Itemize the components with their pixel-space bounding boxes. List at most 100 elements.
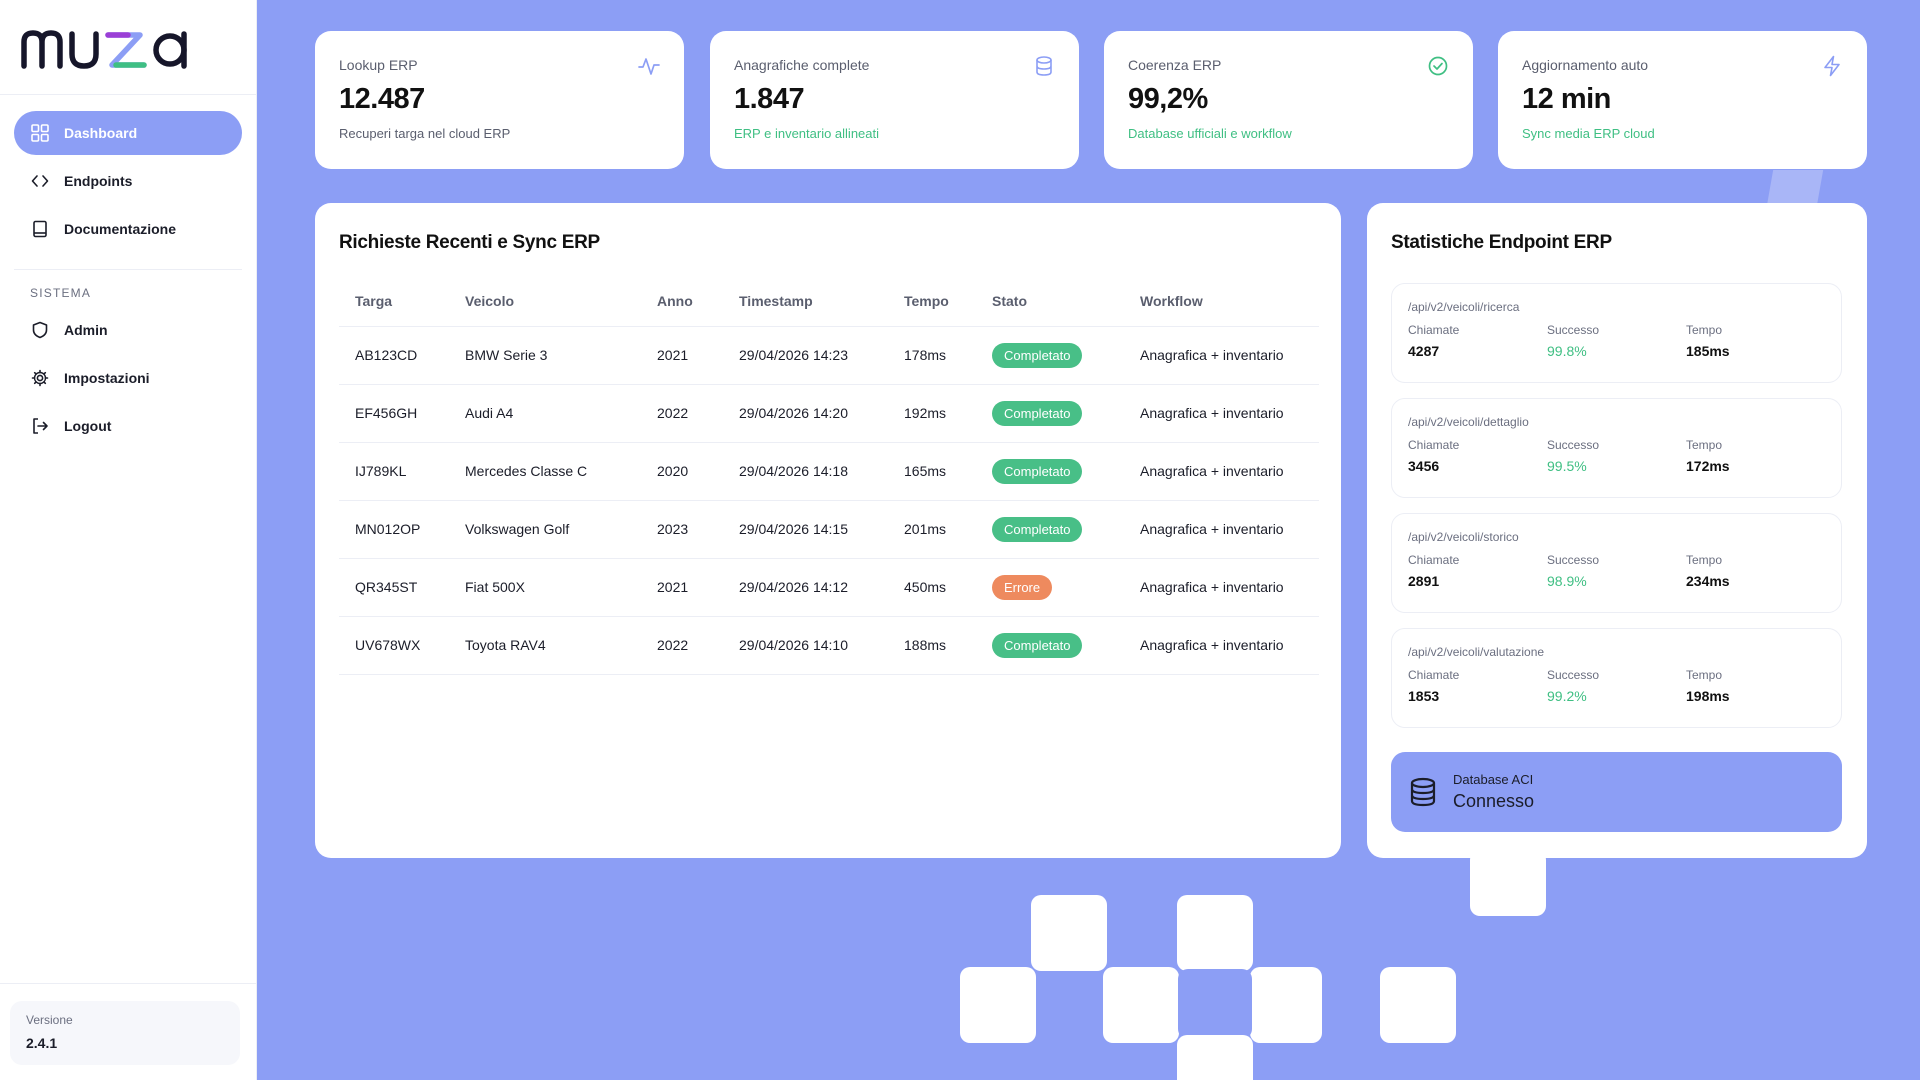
- sidebar-item-documentazione[interactable]: Documentazione: [14, 207, 242, 251]
- cell-stato: Completato: [976, 384, 1124, 443]
- decorative-block: [1470, 850, 1546, 916]
- version-label: Versione: [26, 1013, 73, 1027]
- metric-label: Tempo: [1686, 438, 1723, 452]
- status-badge: Errore: [992, 574, 1053, 600]
- cell-veicolo: Audi A4: [449, 384, 641, 443]
- metric-label: Chiamate: [1408, 668, 1460, 682]
- section-label-sistema: SISTEMA: [30, 286, 92, 300]
- metric-label: Chiamate: [1408, 553, 1460, 567]
- endpoint-card[interactable]: /api/v2/veicoli/dettaglio Chiamate 3456 S…: [1391, 398, 1842, 498]
- metric-label: Chiamate: [1408, 438, 1460, 452]
- table-row[interactable]: UV678WX Toyota RAV4 2022 29/04/2026 14:1…: [339, 616, 1319, 675]
- stat-title: Coerenza ERP: [1128, 57, 1222, 73]
- status-badge: Completato: [992, 516, 1083, 542]
- requests-table: Targa Veicolo Anno Timestamp Tempo Stato…: [339, 276, 1319, 675]
- cell-anno: 2021: [641, 326, 723, 385]
- column-header[interactable]: Anno: [641, 276, 723, 327]
- sidebar-item-label: Endpoints: [64, 173, 133, 189]
- cell-workflow: Anagrafica + inventario: [1124, 442, 1319, 501]
- cell-anno: 2022: [641, 384, 723, 443]
- column-header[interactable]: Veicolo: [449, 276, 641, 327]
- column-header[interactable]: Tempo: [888, 276, 976, 327]
- cell-targa: EF456GH: [339, 384, 449, 443]
- cell-veicolo: BMW Serie 3: [449, 326, 641, 385]
- logo[interactable]: muza: [0, 0, 256, 95]
- cell-anno: 2023: [641, 500, 723, 559]
- stat-value: 1.847: [734, 83, 805, 115]
- muza-logo-icon: [21, 30, 187, 69]
- decorative-block: [1380, 967, 1456, 1043]
- metric-calls: 2891: [1408, 573, 1440, 589]
- table-row[interactable]: AB123CD BMW Serie 3 2021 29/04/2026 14:2…: [339, 326, 1319, 385]
- metric-label: Tempo: [1686, 553, 1723, 567]
- sidebar: muza Dashboard Endpoints Documentazione …: [0, 0, 257, 1080]
- sidebar-item-admin[interactable]: Admin: [14, 308, 242, 352]
- column-header[interactable]: Workflow: [1124, 276, 1319, 327]
- status-badge: Completato: [992, 342, 1083, 368]
- metric-success: 99.5%: [1547, 458, 1587, 474]
- table-row[interactable]: EF456GH Audi A4 2022 29/04/2026 14:20 19…: [339, 384, 1319, 443]
- cell-anno: 2022: [641, 616, 723, 675]
- cell-workflow: Anagrafica + inventario: [1124, 326, 1319, 385]
- sidebar-item-dashboard[interactable]: Dashboard: [14, 111, 242, 155]
- decorative-block: [1177, 1035, 1253, 1080]
- status-badge: Completato: [992, 458, 1083, 484]
- panel-title: Statistiche Endpoint ERP: [1391, 232, 1612, 253]
- cell-timestamp: 29/04/2026 14:20: [723, 384, 888, 443]
- cell-anno: 2021: [641, 558, 723, 617]
- endpoint-card[interactable]: /api/v2/veicoli/ricerca Chiamate 4287 Suc…: [1391, 283, 1842, 383]
- table-row[interactable]: MN012OP Volkswagen Golf 2023 29/04/2026 …: [339, 500, 1319, 559]
- sidebar-item-impostazioni[interactable]: Impostazioni: [14, 356, 242, 400]
- metric-label: Successo: [1547, 668, 1600, 682]
- version-value: 2.4.1: [26, 1035, 58, 1051]
- system-nav: Admin Impostazioni Logout: [0, 308, 256, 448]
- stat-value: 99,2%: [1128, 83, 1208, 115]
- cell-stato: Errore: [976, 558, 1124, 617]
- table-row[interactable]: QR345ST Fiat 500X 2021 29/04/2026 14:12 …: [339, 558, 1319, 617]
- column-header[interactable]: Targa: [339, 276, 449, 327]
- logout-icon: [30, 416, 50, 436]
- endpoint-path: /api/v2/veicoli/dettaglio: [1408, 415, 1529, 429]
- endpoint-card[interactable]: /api/v2/veicoli/storico Chiamate 2891 Suc…: [1391, 513, 1842, 613]
- endpoint-metrics: Chiamate 4287 Successo 99.8% Tempo 185ms: [1408, 323, 1825, 359]
- cell-targa: IJ789KL: [339, 442, 449, 501]
- metric-calls: 1853: [1408, 688, 1440, 704]
- stat-subtitle: Recuperi targa nel cloud ERP: [339, 126, 511, 141]
- stat-value: 12.487: [339, 83, 425, 115]
- column-header[interactable]: Stato: [976, 276, 1124, 327]
- decorative-block: [1177, 895, 1253, 971]
- decorative-block: [960, 967, 1036, 1043]
- table-row[interactable]: IJ789KL Mercedes Classe C 2020 29/04/202…: [339, 442, 1319, 501]
- metric-time: 234ms: [1686, 573, 1730, 589]
- cell-targa: UV678WX: [339, 616, 449, 675]
- database-status-text: Database ACI Connesso: [1453, 772, 1534, 812]
- endpoint-metrics: Chiamate 3456 Successo 99.5% Tempo 172ms: [1408, 438, 1825, 474]
- endpoint-card[interactable]: /api/v2/veicoli/valutazione Chiamate 1853…: [1391, 628, 1842, 728]
- column-header[interactable]: Timestamp: [723, 276, 888, 327]
- metric-label: Successo: [1547, 323, 1600, 337]
- requests-panel: Richieste Recenti e Sync ERP Targa Veico…: [315, 203, 1341, 858]
- stat-card-coerenza: Coerenza ERP 99,2% Database ufficiali e …: [1104, 31, 1473, 169]
- cell-tempo: 188ms: [888, 616, 976, 675]
- divider: [14, 269, 242, 270]
- panel-title: Richieste Recenti e Sync ERP: [339, 232, 600, 253]
- stat-title: Anagrafiche complete: [734, 57, 870, 73]
- cell-tempo: 450ms: [888, 558, 976, 617]
- sidebar-item-endpoints[interactable]: Endpoints: [14, 159, 242, 203]
- metric-success: 99.2%: [1547, 688, 1587, 704]
- cell-timestamp: 29/04/2026 14:15: [723, 500, 888, 559]
- sidebar-item-label: Impostazioni: [64, 370, 150, 386]
- divider: [0, 983, 257, 984]
- decorative-block: [1103, 967, 1179, 1043]
- database-status[interactable]: Database ACI Connesso: [1391, 752, 1842, 832]
- metric-label: Successo: [1547, 438, 1600, 452]
- status-badge: Completato: [992, 400, 1083, 426]
- sidebar-item-logout[interactable]: Logout: [14, 404, 242, 448]
- database-icon: [1036, 56, 1052, 76]
- sidebar-item-label: Dashboard: [64, 125, 138, 141]
- cell-tempo: 165ms: [888, 442, 976, 501]
- cell-anno: 2020: [641, 442, 723, 501]
- stat-card-lookup: Lookup ERP 12.487 Recuperi targa nel clo…: [315, 31, 684, 169]
- cell-workflow: Anagrafica + inventario: [1124, 616, 1319, 675]
- cell-tempo: 192ms: [888, 384, 976, 443]
